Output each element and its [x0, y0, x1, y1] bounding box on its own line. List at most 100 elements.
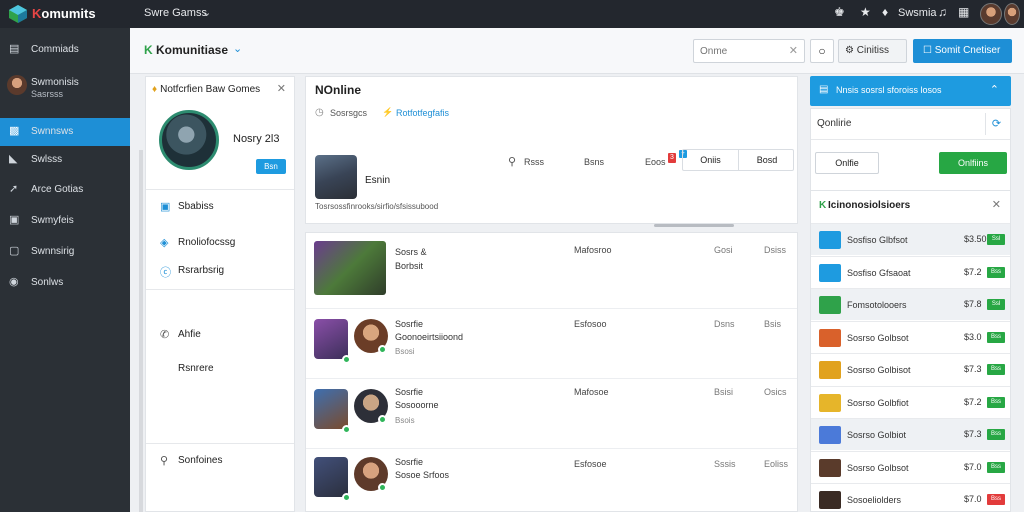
divider [146, 443, 294, 444]
avatar-secondary[interactable] [1004, 3, 1020, 25]
grid-icon[interactable]: ▦ [958, 5, 969, 19]
friend-badge[interactable]: Bss [987, 396, 1005, 408]
chevron-down-icon[interactable]: ⌄ [233, 42, 242, 55]
clock-icon: ◷ [315, 107, 324, 118]
friend-value: $7.2 [964, 266, 982, 277]
sidebar-profile[interactable]: Swmonisis Sasrsss [0, 72, 130, 106]
brand-k: K [32, 6, 42, 21]
puzzle-icon[interactable]: ♚ [834, 5, 845, 19]
search-input[interactable] [694, 40, 780, 62]
sidebar: ▤ Commiads Swmonisis Sasrsss ▩ Swnnsws ◣… [0, 28, 130, 512]
panel-item-rsrarbsrig[interactable]: ⓒ Rsrarbsrig [146, 261, 294, 281]
friend-badge[interactable]: Ssl [987, 299, 1005, 310]
friend-badge[interactable]: Bss [987, 331, 1005, 343]
submit-button[interactable]: ☐ Somit Cnetiser [913, 39, 1012, 63]
online-button[interactable]: Onlfie [815, 152, 879, 174]
row-status: Bsisi [714, 387, 734, 397]
card-link[interactable]: Rotfotfegfafis [396, 108, 449, 118]
friend-row[interactable]: Sosrso Golbisot $7.3 Bss [811, 353, 1010, 385]
row-title: Sosrs & [395, 247, 427, 257]
window-icon: ▣ [9, 214, 20, 226]
close-icon[interactable]: ✕ [992, 198, 1001, 211]
notification-badge: 3 [668, 153, 676, 163]
friend-badge[interactable]: Ssl [987, 234, 1005, 245]
friend-row[interactable]: Fomsotolooers $7.8 Ssl [811, 288, 1010, 320]
music-icon[interactable]: ♫ [938, 5, 947, 19]
app-brand[interactable]: Komumits [32, 6, 96, 21]
friend-row[interactable]: Sosfiso Glbfsot $3.50 Ssl [811, 223, 1010, 255]
online-search-input[interactable]: Qonlirie [817, 113, 985, 135]
status-badge[interactable]: Bsn [256, 159, 286, 174]
profile-card: NOnline ◷ Sosrsgcs ⚡ Rotfotfegfafis Esni… [305, 76, 798, 227]
friend-badge[interactable]: Bss [987, 461, 1005, 473]
scrollbar[interactable] [139, 150, 143, 512]
bell-icon[interactable]: ♦ [882, 5, 888, 19]
list-item[interactable]: Sosrfie Sosooorne Bsois Mafosoe Bsisi Os… [306, 379, 797, 449]
avatar[interactable] [159, 110, 219, 170]
sidebar-item-label: Swlsss [31, 154, 63, 165]
settings-button[interactable]: ⚙ Cinitiss [838, 39, 907, 63]
close-icon[interactable]: ✕ [277, 82, 286, 95]
tab-rsss[interactable]: Rsss [524, 157, 544, 167]
sidebar-item-swnnsws[interactable]: ▩ Swnnsws [0, 118, 130, 146]
friend-badge[interactable]: Bss [987, 364, 1005, 375]
sidebar-item-swmyfeis[interactable]: ▣ Swmyfeis [0, 207, 130, 235]
friend-badge[interactable]: Bss [987, 429, 1005, 440]
friend-row[interactable]: Sosoeliolders $7.0 Bss [811, 483, 1010, 512]
segment-online[interactable]: Oniis [683, 150, 739, 170]
panel-item-rsnrere[interactable]: Rsnrere [146, 359, 294, 379]
sidebar-item-commiads[interactable]: ▤ Commiads [0, 36, 130, 64]
list-item[interactable]: Sosrfie Goonoeirtsiioond Bsosi Esfosoo D… [306, 309, 797, 379]
online-action-button[interactable]: Onlfiins [939, 152, 1007, 174]
panel-item-rnoliofocssg[interactable]: ◈ Rnoliofocssg [146, 233, 294, 253]
friend-value: $3.0 [964, 331, 982, 342]
panel-item-ahfie[interactable]: ✆ Ahfie [146, 325, 294, 345]
panel-item-sonfoines[interactable]: ⚲ Sonfoines [146, 451, 294, 471]
top-bar: Komumits Swre Gamss ⌄ ♚ ★ ♦ Swsmia ♫ ▦ [0, 0, 1024, 28]
search-icon[interactable]: ⚲ [508, 155, 516, 168]
friend-row[interactable]: Sosrso Golbiot $7.3 Bss [811, 418, 1010, 450]
friend-icon [819, 231, 841, 249]
avatar[interactable] [980, 3, 1002, 25]
sidebar-item-swlsss[interactable]: ◣ Swlsss [0, 146, 130, 174]
friend-row[interactable]: Sosrso Golbsot $7.0 Bss [811, 450, 1010, 483]
info-banner[interactable]: ▤ Nnsis sosrsl sforoiss losos ⌃ [810, 76, 1011, 106]
friend-row[interactable]: Sosrso Golbfiot $7.2 Bss [811, 385, 1010, 418]
friend-row[interactable]: Sosfiso Gfsaoat $7.2 Bss [811, 255, 1010, 288]
profile-name: Swmonisis [31, 77, 79, 88]
avatar[interactable] [315, 155, 357, 199]
tab-eoos[interactable]: Eoos [645, 157, 666, 167]
chevron-down-icon[interactable]: ⌄ [202, 6, 211, 19]
row-subtitle: Goonoeirtsiioond [395, 332, 464, 342]
list-item[interactable]: Sosrfie Sosoe Srfoos Esfosoe Sssis Eolis… [306, 449, 797, 512]
segment-board[interactable]: Bosd [739, 150, 795, 170]
friend-badge[interactable]: Bss [987, 494, 1005, 505]
list-item[interactable]: Sosrs & Borbsit Mafosroo Gosi Dsiss [306, 233, 797, 309]
logo-icon[interactable] [8, 4, 28, 24]
cursor-icon: ➚ [9, 183, 19, 195]
tab-bsns[interactable]: Bsns [584, 157, 604, 167]
star-icon[interactable]: ★ [860, 5, 871, 19]
scrollbar[interactable] [654, 224, 734, 227]
refresh-icon[interactable]: ⟳ [985, 113, 1007, 135]
games-menu[interactable]: Swre Gamss [144, 7, 207, 19]
sidebar-item-sonlws[interactable]: ◉ Sonlws [0, 269, 130, 297]
page-title: Komunitiase [156, 43, 229, 57]
friend-icon [819, 296, 841, 314]
panel-item-label: Sbabiss [178, 201, 214, 212]
friend-badge[interactable]: Bss [987, 266, 1005, 278]
sidebar-item-arce-gotias[interactable]: ➚ Arce Gotias [0, 176, 130, 204]
panel-item-label: Rsrarbsrig [178, 265, 225, 276]
sidebar-item-swnnsirig[interactable]: ▢ Swnnsirig [0, 238, 130, 266]
divider [811, 139, 1010, 140]
panel-item-sbabiss[interactable]: ▣ Sbabiss [146, 197, 294, 217]
online-indicator [342, 355, 351, 364]
chevron-up-icon[interactable]: ⌃ [990, 83, 999, 96]
friend-row[interactable]: Sosrso Golbsot $3.0 Bss [811, 320, 1010, 353]
friend-name: Sosfiso Gfsaoat [847, 267, 911, 278]
filter-button[interactable]: ○ [810, 39, 834, 63]
avatar [7, 75, 27, 95]
user-label[interactable]: Swsmia [898, 7, 937, 19]
close-icon[interactable]: ✕ [789, 44, 798, 57]
friend-value: $7.0 [964, 494, 982, 504]
